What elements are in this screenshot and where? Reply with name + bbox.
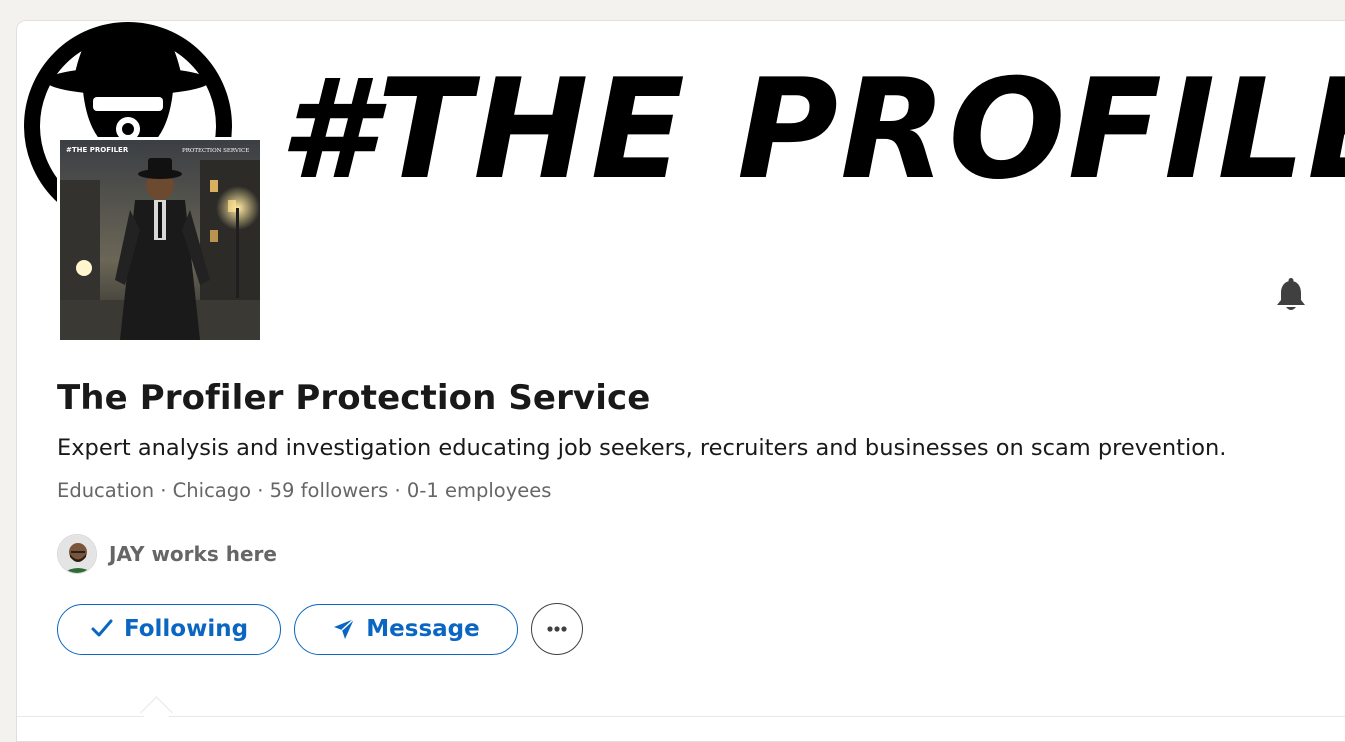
company-meta: Education · Chicago · 59 followers · 0-1…	[57, 479, 552, 502]
company-logo[interactable]: #THE PROFILER PROTECTION SERVICE	[57, 137, 263, 343]
bell-icon	[1277, 278, 1305, 310]
company-tagline: Expert analysis and investigation educat…	[57, 435, 1227, 461]
employee-text: JAY works here	[109, 542, 277, 566]
avatar[interactable]	[57, 534, 97, 574]
send-icon	[332, 617, 356, 641]
following-button[interactable]: Following	[57, 603, 281, 655]
tab-indicator-caret	[140, 696, 173, 729]
message-button[interactable]: Message	[294, 603, 518, 655]
tab-divider	[17, 716, 1345, 717]
employee-connection[interactable]: JAY works here	[57, 534, 277, 574]
action-bar: Following Message	[57, 603, 583, 655]
company-name: The Profiler Protection Service	[57, 378, 651, 418]
logo-image-subtitle: PROTECTION SERVICE	[182, 148, 249, 154]
check-icon	[90, 617, 114, 641]
logo-image-header: #THE PROFILER	[66, 146, 129, 154]
following-label: Following	[123, 616, 249, 642]
ellipsis-icon	[547, 626, 567, 632]
company-logo-image: #THE PROFILER PROTECTION SERVICE	[60, 140, 260, 340]
message-label: Message	[366, 616, 480, 642]
avatar-image	[58, 535, 96, 573]
more-options-button[interactable]	[531, 603, 583, 655]
notification-bell[interactable]	[1273, 277, 1309, 313]
company-profile-card: #THE PROFILER	[16, 20, 1345, 742]
banner-title: #THE PROFILER	[279, 49, 1345, 210]
